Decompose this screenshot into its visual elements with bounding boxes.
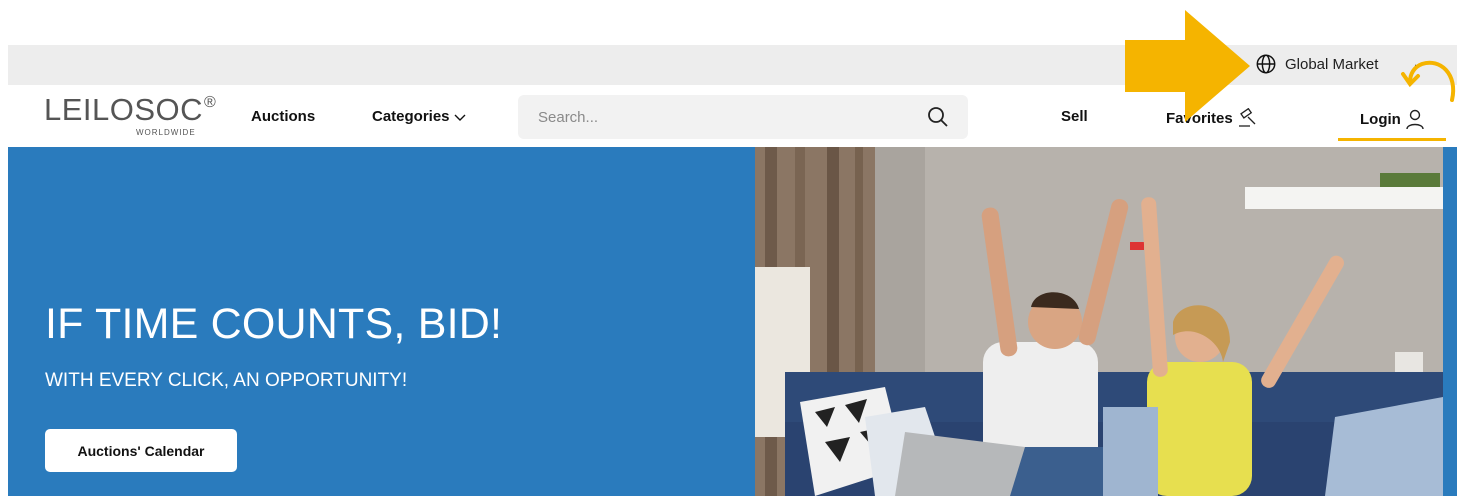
hero-photo-illustration bbox=[755, 147, 1443, 496]
hero-photo bbox=[755, 147, 1443, 496]
hero-title: IF TIME COUNTS, BID! bbox=[45, 300, 503, 348]
search-input[interactable] bbox=[536, 95, 916, 139]
market-label: Global Market bbox=[1285, 55, 1379, 73]
logo[interactable]: LEILOSOC ® WORLDWIDE bbox=[44, 92, 234, 144]
nav-auctions-link[interactable]: Auctions bbox=[251, 108, 315, 125]
nav-login-link[interactable]: Login bbox=[1360, 108, 1426, 130]
globe-icon bbox=[1256, 54, 1276, 74]
nav-sell-link[interactable]: Sell bbox=[1061, 108, 1088, 125]
auctions-calendar-button[interactable]: Auctions' Calendar bbox=[45, 429, 237, 472]
logo-registered-mark: ® bbox=[204, 94, 216, 111]
logo-wordmark: LEILOSOC bbox=[44, 92, 204, 127]
user-icon bbox=[1406, 109, 1424, 130]
market-selector[interactable]: Global Market bbox=[1255, 52, 1378, 76]
annotation-arrow-icon bbox=[1125, 10, 1250, 122]
nav-login-label: Login bbox=[1360, 110, 1401, 128]
nav-sell-label: Sell bbox=[1061, 108, 1088, 125]
annotation-curl-icon bbox=[1401, 60, 1456, 102]
hero-right-edge bbox=[1443, 147, 1457, 496]
logo-tagline: WORLDWIDE bbox=[136, 128, 196, 137]
nav-auctions-label: Auctions bbox=[251, 108, 316, 125]
nav-categories-link[interactable]: Categories bbox=[372, 108, 467, 125]
chevron-down-icon bbox=[454, 114, 466, 121]
hero-subtitle: WITH EVERY CLICK, AN OPPORTUNITY! bbox=[45, 370, 408, 391]
login-highlight-underline bbox=[1338, 138, 1446, 141]
search-box bbox=[518, 95, 968, 139]
nav-categories-label: Categories bbox=[372, 108, 450, 125]
search-icon[interactable] bbox=[926, 105, 950, 129]
